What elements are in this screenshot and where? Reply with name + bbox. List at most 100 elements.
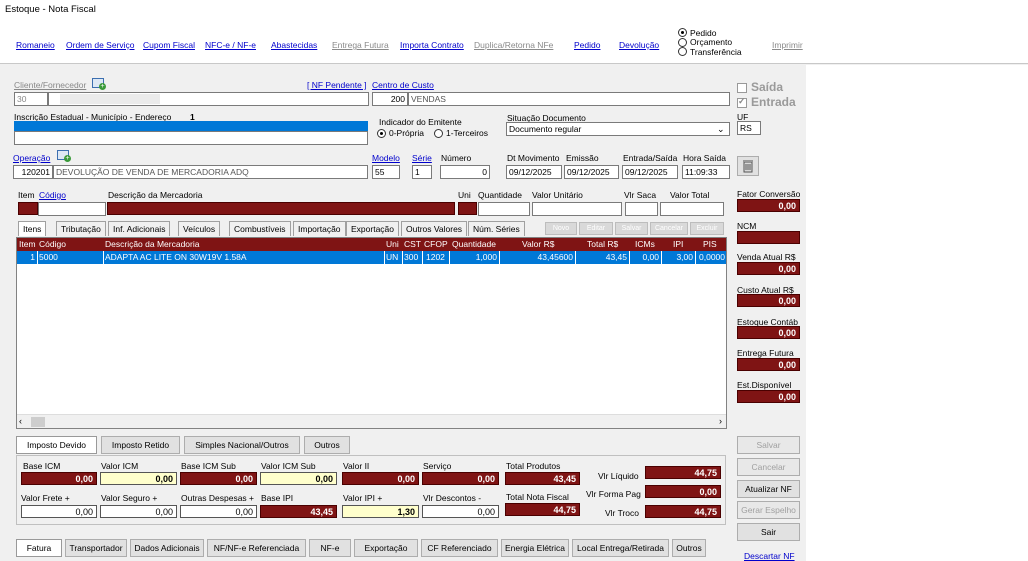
cliente-label[interactable]: Cliente/Fornecedor bbox=[14, 80, 86, 90]
link-pedido[interactable]: Pedido bbox=[574, 40, 600, 50]
tab-importacao[interactable]: Importação bbox=[293, 221, 346, 236]
radio-icon[interactable] bbox=[433, 128, 443, 138]
tab-num-series[interactable]: Núm. Séries bbox=[468, 221, 525, 236]
saida-checkbox[interactable]: Saída bbox=[737, 80, 783, 94]
col-valor[interactable]: Valor R$ bbox=[522, 239, 554, 249]
link-devolucao[interactable]: Devolução bbox=[619, 40, 659, 50]
entry-descricao-input[interactable] bbox=[107, 202, 455, 215]
tab-imposto-retido[interactable]: Imposto Retido bbox=[101, 436, 180, 454]
entry-codigo-input[interactable] bbox=[38, 202, 106, 216]
radio-transferencia[interactable]: Transferência bbox=[678, 47, 742, 57]
scroll-left-icon[interactable]: ‹ bbox=[19, 416, 22, 426]
tab-inf-adicionais[interactable]: Inf. Adicionais bbox=[108, 221, 171, 236]
novo-button[interactable]: Novo bbox=[545, 222, 577, 235]
scroll-thumb[interactable] bbox=[31, 417, 45, 427]
col-icms[interactable]: ICMs bbox=[635, 239, 655, 249]
entry-uni-input[interactable] bbox=[458, 202, 477, 215]
entry-item-input[interactable] bbox=[18, 202, 38, 215]
radio-icon[interactable] bbox=[377, 128, 386, 138]
delete-button[interactable] bbox=[737, 156, 759, 176]
centro-custo-label[interactable]: Centro de Custo bbox=[372, 80, 434, 90]
operacao-code-input[interactable]: 120201 bbox=[13, 165, 53, 179]
salvar-grid-button[interactable]: Salvar bbox=[615, 222, 648, 235]
link-importa-contrato[interactable]: Importa Contrato bbox=[400, 40, 464, 50]
col-total[interactable]: Total R$ bbox=[587, 239, 618, 249]
link-ordem-servico[interactable]: Ordem de Serviço bbox=[66, 40, 135, 50]
col-uni[interactable]: Uni bbox=[386, 239, 399, 249]
col-codigo[interactable]: Código bbox=[39, 239, 66, 249]
tab-itens[interactable]: Itens bbox=[18, 221, 47, 236]
col-item[interactable]: Item bbox=[19, 239, 36, 249]
serie-input[interactable]: 1 bbox=[412, 165, 432, 179]
tab-local-entrega[interactable]: Local Entrega/Retirada bbox=[572, 539, 669, 557]
entrada-saida-input[interactable]: 09/12/2025 bbox=[622, 165, 678, 179]
tab-nf-referenciada[interactable]: NF/NF-e Referenciada bbox=[207, 539, 306, 557]
col-cst[interactable]: CST bbox=[404, 239, 421, 249]
tab-transportador[interactable]: Transportador bbox=[65, 539, 127, 557]
valor-icm-value[interactable]: 0,00 bbox=[100, 472, 177, 485]
tab-energia-eletrica[interactable]: Energia Elétrica bbox=[501, 539, 569, 557]
col-cfop[interactable]: CFOP bbox=[424, 239, 448, 249]
editar-button[interactable]: Editar bbox=[579, 222, 613, 235]
col-ipi[interactable]: IPI bbox=[673, 239, 683, 249]
horizontal-scrollbar[interactable]: ‹ › bbox=[17, 414, 726, 428]
col-pis[interactable]: PIS bbox=[703, 239, 717, 249]
entrada-checkbox[interactable]: Entrada bbox=[737, 95, 796, 109]
tab-outros-impostos[interactable]: Outros bbox=[304, 436, 350, 454]
vlr-descontos-input[interactable]: 0,00 bbox=[422, 505, 499, 518]
link-abastecidas[interactable]: Abastecidas bbox=[271, 40, 317, 50]
col-quantidade[interactable]: Quantidade bbox=[452, 239, 496, 249]
nf-pendente-link[interactable]: [ NF Pendente ] bbox=[307, 80, 367, 90]
valor-ipi-value[interactable]: 1,30 bbox=[342, 505, 419, 518]
cancelar-grid-button[interactable]: Cancelar bbox=[650, 222, 688, 235]
modelo-input[interactable]: 55 bbox=[372, 165, 400, 179]
link-imprimir[interactable]: Imprimir bbox=[772, 40, 803, 50]
emissao-input[interactable]: 09/12/2025 bbox=[564, 165, 619, 179]
endereco-input[interactable] bbox=[14, 131, 368, 145]
outras-despesas-input[interactable]: 0,00 bbox=[180, 505, 257, 518]
uf-input[interactable]: RS bbox=[737, 121, 761, 135]
valor-seguro-input[interactable]: 0,00 bbox=[100, 505, 177, 518]
gerar-espelho-button[interactable]: Gerar Espelho bbox=[737, 501, 800, 519]
sair-button[interactable]: Sair bbox=[737, 523, 800, 541]
ie-selected-bar[interactable] bbox=[14, 121, 368, 131]
items-grid[interactable]: Item Código Descrição da Mercadoria Uni … bbox=[16, 237, 727, 429]
tab-cf-referenciado[interactable]: CF Referenciado bbox=[421, 539, 498, 557]
valor-frete-input[interactable]: 0,00 bbox=[21, 505, 97, 518]
centro-custo-name-input[interactable]: VENDAS bbox=[408, 92, 730, 106]
add-cliente-icon[interactable]: + bbox=[92, 78, 106, 90]
table-row[interactable]: 1 5000 ADAPTA AC LITE ON 30W19V 1.58A UN… bbox=[17, 251, 726, 264]
cliente-code-input[interactable]: 30 bbox=[14, 92, 48, 106]
numero-input[interactable]: 0 bbox=[440, 165, 490, 179]
operacao-label[interactable]: Operação bbox=[13, 153, 50, 163]
tab-tributacao[interactable]: Tributação bbox=[56, 221, 106, 236]
tab-exportacao[interactable]: Exportação bbox=[346, 221, 399, 236]
radio-orcamento[interactable]: Orçamento bbox=[678, 37, 742, 47]
col-descricao[interactable]: Descrição da Mercadoria bbox=[105, 239, 199, 249]
valor-icm-sub-value[interactable]: 0,00 bbox=[260, 472, 337, 485]
tab-simples-nacional[interactable]: Simples Nacional/Outros bbox=[184, 436, 300, 454]
serie-label[interactable]: Série bbox=[412, 153, 432, 163]
add-operacao-icon[interactable]: + bbox=[57, 150, 71, 162]
excluir-button[interactable]: Excluir bbox=[690, 222, 724, 235]
link-duplica-retorna-nfe[interactable]: Duplica/Retorna NFe bbox=[474, 40, 553, 50]
scroll-right-icon[interactable]: › bbox=[719, 416, 722, 426]
link-romaneio[interactable]: Romaneio bbox=[16, 40, 55, 50]
descartar-nf-link[interactable]: Descartar NF bbox=[744, 551, 795, 561]
entry-valor-unitario-input[interactable] bbox=[532, 202, 622, 216]
tab-combustiveis[interactable]: Combustíveis bbox=[229, 221, 291, 236]
tab-dados-adicionais[interactable]: Dados Adicionais bbox=[130, 539, 204, 557]
tab-imposto-devido[interactable]: Imposto Devido bbox=[16, 436, 97, 454]
salvar-button[interactable]: Salvar bbox=[737, 436, 800, 454]
tab-outros-valores[interactable]: Outros Valores bbox=[401, 221, 468, 236]
chevron-down-icon[interactable]: ⌄ bbox=[717, 124, 727, 134]
modelo-label[interactable]: Modelo bbox=[372, 153, 400, 163]
cancelar-button[interactable]: Cancelar bbox=[737, 458, 800, 476]
entry-valor-total-input[interactable] bbox=[660, 202, 724, 216]
entry-vlr-saca-input[interactable] bbox=[625, 202, 658, 216]
situacao-select[interactable]: Documento regular ⌄ bbox=[506, 122, 730, 136]
dt-movimento-input[interactable]: 09/12/2025 bbox=[506, 165, 562, 179]
tab-fatura[interactable]: Fatura bbox=[16, 539, 62, 557]
hora-saida-input[interactable]: 11:09:33 bbox=[682, 165, 730, 179]
centro-custo-code-input[interactable]: 200 bbox=[372, 92, 408, 106]
